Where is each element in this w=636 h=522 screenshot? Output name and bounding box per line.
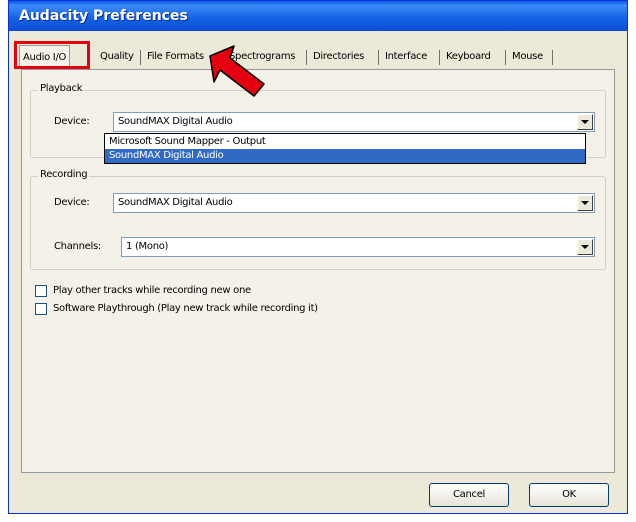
recording-device-select[interactable]: SoundMAX Digital Audio <box>113 193 595 213</box>
recording-device-value: SoundMAX Digital Audio <box>118 197 233 208</box>
cancel-button[interactable]: Cancel <box>429 483 509 507</box>
play-other-tracks-checkbox[interactable] <box>35 285 47 297</box>
playback-device-select[interactable]: SoundMAX Digital Audio <box>113 112 595 132</box>
playback-group-title: Playback <box>38 83 85 94</box>
playback-dropdown-button[interactable] <box>577 114 593 130</box>
channels-dropdown-button[interactable] <box>577 239 593 255</box>
recording-dropdown-button[interactable] <box>577 195 593 211</box>
playback-device-label: Device: <box>54 116 90 127</box>
playback-device-value: SoundMAX Digital Audio <box>118 116 233 127</box>
recording-device-label: Device: <box>54 197 90 208</box>
tab-keyboard[interactable]: Keyboard <box>443 47 494 67</box>
channels-label: Channels: <box>54 241 101 252</box>
tab-separator <box>140 50 141 65</box>
recording-group-title: Recording <box>38 169 90 180</box>
tab-directories[interactable]: Directories <box>310 47 367 67</box>
tab-separator <box>378 50 379 65</box>
tab-mouse[interactable]: Mouse <box>509 47 546 67</box>
preferences-window: Audacity Preferences Playback Device: So… <box>8 0 628 514</box>
dropdown-option[interactable]: Microsoft Sound Mapper - Output <box>105 135 585 149</box>
chevron-down-icon <box>581 245 589 249</box>
tab-separator <box>306 50 307 65</box>
software-playthrough-label: Software Playthrough (Play new track whi… <box>53 303 318 314</box>
title-bar[interactable]: Audacity Preferences <box>9 1 627 31</box>
channels-value: 1 (Mono) <box>126 241 169 252</box>
window-title: Audacity Preferences <box>19 8 188 24</box>
arrow-shape <box>209 45 265 97</box>
audio-io-panel: Playback Device: SoundMAX Digital Audio … <box>21 69 615 473</box>
tab-separator <box>439 50 440 65</box>
channels-select[interactable]: 1 (Mono) <box>121 237 595 257</box>
tab-separator <box>505 50 506 65</box>
tab-quality[interactable]: Quality <box>97 47 137 67</box>
highlight-box <box>14 41 90 69</box>
chevron-down-icon <box>581 201 589 205</box>
play-other-tracks-label: Play other tracks while recording new on… <box>53 285 251 296</box>
tab-interface[interactable]: Interface <box>382 47 430 67</box>
ok-button[interactable]: OK <box>529 483 609 507</box>
red-arrow-icon <box>209 45 265 97</box>
software-playthrough-checkbox[interactable] <box>35 303 47 315</box>
dropdown-option-selected[interactable]: SoundMAX Digital Audio <box>105 149 585 163</box>
tab-separator <box>552 50 553 65</box>
playback-device-dropdown-list: Microsoft Sound Mapper - Output SoundMAX… <box>104 133 586 164</box>
chevron-down-icon <box>581 120 589 124</box>
